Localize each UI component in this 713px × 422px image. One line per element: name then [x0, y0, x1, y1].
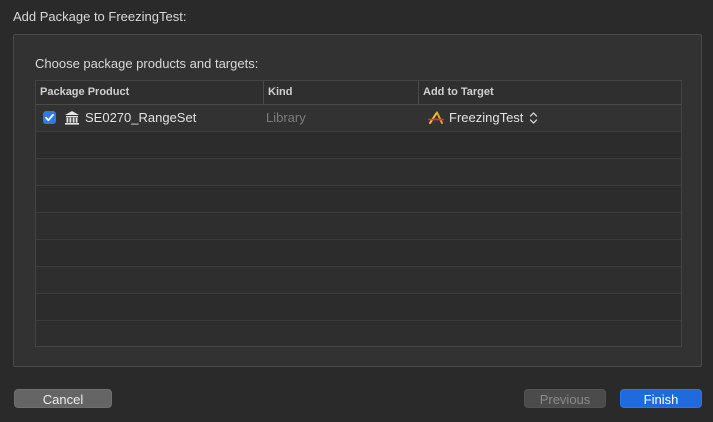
- add-package-sheet: Add Package to FreezingTest: Choose pack…: [0, 0, 713, 422]
- table-row-empty: [36, 294, 681, 321]
- table-header: Package Product Kind Add to Target: [36, 81, 681, 105]
- finish-button[interactable]: Finish: [620, 389, 702, 408]
- library-columns-icon: [65, 111, 79, 125]
- table-row-empty: [36, 240, 681, 267]
- table-row-empty: [36, 159, 681, 186]
- up-down-chevron-icon[interactable]: [529, 111, 538, 125]
- table-row-empty: [36, 267, 681, 294]
- column-header-package-product[interactable]: Package Product: [36, 81, 263, 104]
- app-target-icon: [428, 111, 444, 125]
- product-kind: Library: [266, 110, 306, 125]
- dialog-title: Add Package to FreezingTest:: [13, 9, 187, 24]
- package-selection-panel: Choose package products and targets: Pac…: [13, 34, 702, 367]
- target-selector[interactable]: FreezingTest: [449, 105, 523, 131]
- table-row-empty: [36, 321, 681, 346]
- previous-button[interactable]: Previous: [524, 389, 606, 408]
- table-row[interactable]: SE0270_RangeSet Library FreezingTest: [36, 105, 681, 132]
- table-row-empty: [36, 132, 681, 159]
- column-header-kind[interactable]: Kind: [263, 81, 418, 104]
- column-header-add-to-target[interactable]: Add to Target: [418, 81, 681, 104]
- table-row-empty: [36, 213, 681, 240]
- package-products-table: Package Product Kind Add to Target SE027…: [35, 80, 682, 347]
- checkmark-icon: [45, 113, 54, 122]
- include-product-checkbox[interactable]: [43, 111, 56, 124]
- table-rows: SE0270_RangeSet Library FreezingTest: [36, 105, 681, 346]
- product-name: SE0270_RangeSet: [85, 110, 197, 125]
- cancel-button[interactable]: Cancel: [14, 389, 112, 408]
- choose-products-prompt: Choose package products and targets:: [35, 56, 259, 71]
- table-row-empty: [36, 186, 681, 213]
